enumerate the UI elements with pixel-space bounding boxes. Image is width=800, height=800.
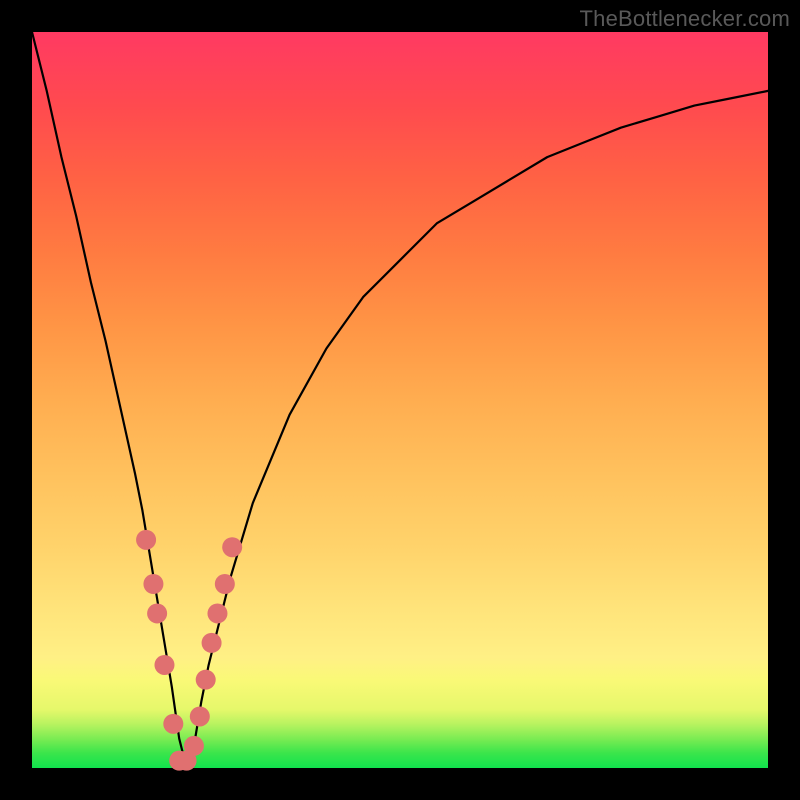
data-marker: [184, 736, 204, 756]
data-marker: [207, 603, 227, 623]
data-marker: [163, 714, 183, 734]
data-marker: [215, 574, 235, 594]
data-marker: [147, 603, 167, 623]
plot-area: [32, 32, 768, 768]
watermark-text: TheBottlenecker.com: [580, 6, 790, 32]
data-marker: [136, 530, 156, 550]
bottleneck-curve: [32, 32, 768, 768]
data-marker: [143, 574, 163, 594]
plot-svg: [32, 32, 768, 768]
chart-frame: TheBottlenecker.com: [0, 0, 800, 800]
data-marker: [196, 670, 216, 690]
data-marker: [222, 537, 242, 557]
data-marker: [154, 655, 174, 675]
data-marker: [190, 706, 210, 726]
data-marker: [202, 633, 222, 653]
